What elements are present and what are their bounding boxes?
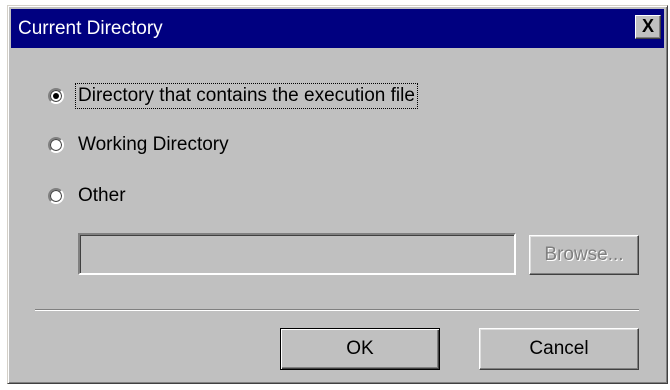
ok-button[interactable]: OK	[280, 328, 440, 370]
radio-working-dir-label[interactable]: Working Directory	[76, 133, 231, 157]
radio-button-icon[interactable]	[48, 188, 64, 204]
radio-button-icon[interactable]	[48, 88, 64, 104]
radio-working-dir[interactable]: Working Directory	[48, 130, 231, 160]
close-icon: X	[641, 16, 654, 36]
radio-other[interactable]: Other	[48, 181, 128, 211]
title-bar[interactable]: Current Directory X	[11, 9, 664, 48]
browse-button[interactable]: Browse...	[529, 235, 639, 275]
radio-exec-dir[interactable]: Directory that contains the execution fi…	[48, 81, 418, 111]
current-directory-dialog: Current Directory X Directory that conta…	[7, 5, 668, 384]
radio-exec-dir-label[interactable]: Directory that contains the execution fi…	[75, 83, 418, 109]
close-button[interactable]: X	[635, 15, 661, 39]
other-path-input[interactable]	[78, 233, 516, 275]
radio-button-icon[interactable]	[48, 137, 64, 153]
cancel-button[interactable]: Cancel	[479, 328, 639, 370]
radio-selected-dot	[53, 93, 59, 99]
separator	[35, 309, 639, 311]
radio-other-label[interactable]: Other	[76, 184, 128, 208]
dialog-title: Current Directory	[18, 18, 163, 39]
